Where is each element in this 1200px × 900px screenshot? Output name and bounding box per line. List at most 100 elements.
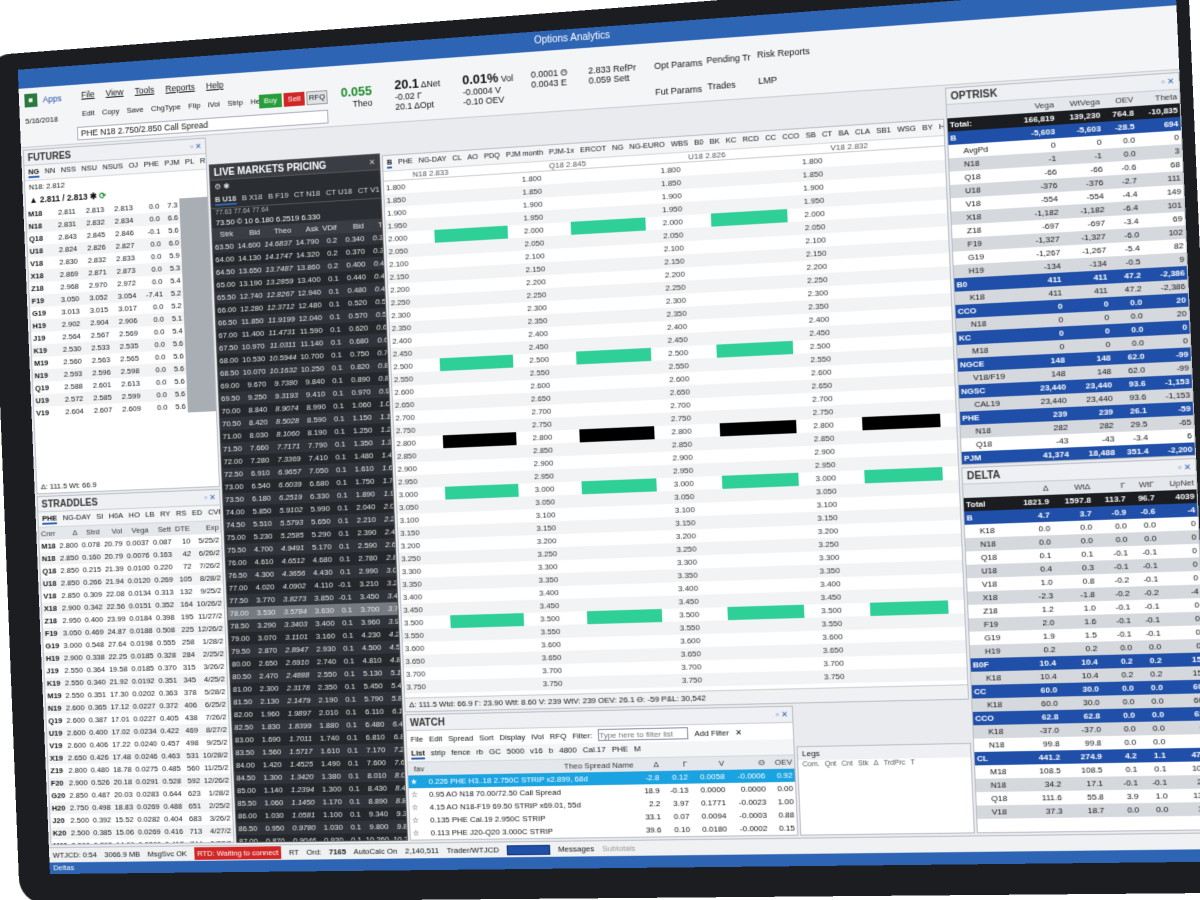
quote-cell[interactable] [773, 249, 789, 263]
quote-cell[interactable] [604, 297, 619, 311]
quote-cell[interactable] [434, 242, 449, 256]
quote-cell[interactable] [868, 203, 884, 217]
matrix-tab[interactable]: ERCOT [580, 144, 607, 157]
quote-cell[interactable] [633, 636, 649, 649]
quote-cell[interactable] [882, 522, 898, 536]
quote-cell[interactable] [739, 540, 755, 554]
quote-cell[interactable] [949, 627, 965, 641]
live-tab[interactable]: CT U18 [326, 187, 353, 199]
quote-cell[interactable] [751, 448, 767, 462]
quote-cell[interactable] [648, 269, 664, 283]
quote-cell[interactable] [496, 316, 511, 330]
quote-cell[interactable] [665, 674, 681, 687]
quote-cell[interactable] [664, 661, 680, 674]
watch-menu-ivol[interactable]: iVol [531, 732, 544, 741]
quote-cell[interactable] [791, 671, 807, 685]
column-header[interactable]: Δ [57, 526, 80, 539]
quote-cell[interactable] [584, 181, 599, 195]
quote-cell[interactable] [730, 672, 746, 686]
quote-cell[interactable] [616, 231, 632, 245]
quote-cell[interactable] [494, 277, 509, 291]
quote-cell[interactable] [919, 294, 935, 308]
quote-cell[interactable] [787, 578, 803, 592]
quote-cell[interactable] [741, 211, 757, 225]
quote-cell[interactable] [493, 251, 508, 265]
quote-cell[interactable] [796, 419, 812, 433]
quote-cell[interactable] [930, 186, 946, 200]
quote-cell[interactable] [587, 624, 602, 637]
column-header[interactable]: V [689, 757, 726, 771]
quote-cell[interactable] [767, 473, 783, 487]
quote-cell[interactable] [923, 374, 939, 388]
matrix-tab[interactable]: BY [922, 122, 933, 134]
quote-cell[interactable] [754, 171, 770, 185]
quote-cell[interactable] [449, 602, 464, 615]
quote-cell[interactable] [477, 201, 492, 215]
quote-cell[interactable] [472, 433, 487, 447]
quote-cell[interactable] [951, 667, 967, 681]
quote-cell[interactable] [475, 524, 490, 537]
quote-cell[interactable] [513, 380, 528, 394]
quote-cell[interactable] [868, 562, 884, 576]
quote-cell[interactable] [785, 169, 801, 183]
quote-cell[interactable] [917, 601, 933, 615]
quote-cell[interactable] [800, 525, 816, 539]
quote-cell[interactable] [451, 293, 466, 307]
live-tab[interactable]: B X18 [242, 192, 263, 204]
quote-cell[interactable] [628, 518, 644, 532]
quote-cell[interactable] [900, 215, 916, 229]
quote-cell[interactable] [590, 337, 605, 351]
tool-save-button[interactable]: Save [127, 105, 144, 115]
refresh-icon[interactable]: ⟳ [99, 191, 106, 201]
quote-cell[interactable] [600, 206, 615, 220]
quote-cell[interactable] [443, 460, 458, 473]
quote-cell[interactable] [663, 635, 679, 648]
quote-cell[interactable] [579, 416, 594, 430]
quote-cell[interactable] [488, 484, 503, 497]
quote-cell[interactable] [432, 191, 447, 205]
quote-cell[interactable] [450, 267, 465, 281]
quote-cell[interactable] [512, 341, 527, 355]
quote-cell[interactable] [763, 368, 779, 382]
quote-cell[interactable] [662, 622, 678, 636]
watch-tab[interactable]: strip [431, 748, 446, 759]
quote-cell[interactable] [476, 188, 491, 202]
quote-cell[interactable] [571, 234, 586, 248]
quote-cell[interactable] [892, 388, 908, 402]
quote-cell[interactable] [637, 387, 653, 401]
quote-cell[interactable] [716, 357, 732, 371]
quote-cell[interactable] [611, 480, 627, 494]
quote-cell[interactable] [482, 679, 497, 692]
quote-cell[interactable] [758, 632, 774, 646]
column-header[interactable]: Vega [124, 524, 151, 538]
quote-cell[interactable] [621, 362, 637, 376]
quote-cell[interactable] [619, 310, 635, 324]
quote-cell[interactable] [730, 317, 746, 331]
watch-tab[interactable]: M [634, 744, 641, 755]
quote-cell[interactable] [770, 552, 786, 566]
quote-cell[interactable] [905, 321, 921, 335]
quote-cell[interactable] [876, 389, 892, 403]
quote-cell[interactable] [758, 619, 774, 633]
quote-cell[interactable] [617, 257, 633, 271]
quote-cell[interactable] [517, 457, 532, 471]
quote-cell[interactable] [767, 460, 783, 474]
quote-cell[interactable] [759, 276, 775, 290]
quote-cell[interactable] [933, 240, 949, 254]
quote-cell[interactable] [593, 402, 608, 416]
quote-cell[interactable] [641, 478, 657, 492]
matrix-tab[interactable]: WBS [671, 138, 689, 150]
quote-cell[interactable] [780, 420, 796, 434]
quote-cell[interactable] [742, 237, 758, 251]
quote-cell[interactable] [470, 395, 485, 409]
quote-cell[interactable] [894, 428, 910, 442]
quote-cell[interactable] [465, 266, 480, 280]
quote-cell[interactable] [937, 707, 953, 712]
quote-cell[interactable] [518, 483, 533, 497]
quote-cell[interactable] [605, 323, 621, 337]
quote-cell[interactable] [576, 351, 591, 365]
quote-cell[interactable] [941, 426, 957, 440]
matrix-tab[interactable]: SB [805, 130, 816, 142]
quote-cell[interactable] [594, 415, 609, 429]
quote-cell[interactable] [656, 465, 672, 479]
